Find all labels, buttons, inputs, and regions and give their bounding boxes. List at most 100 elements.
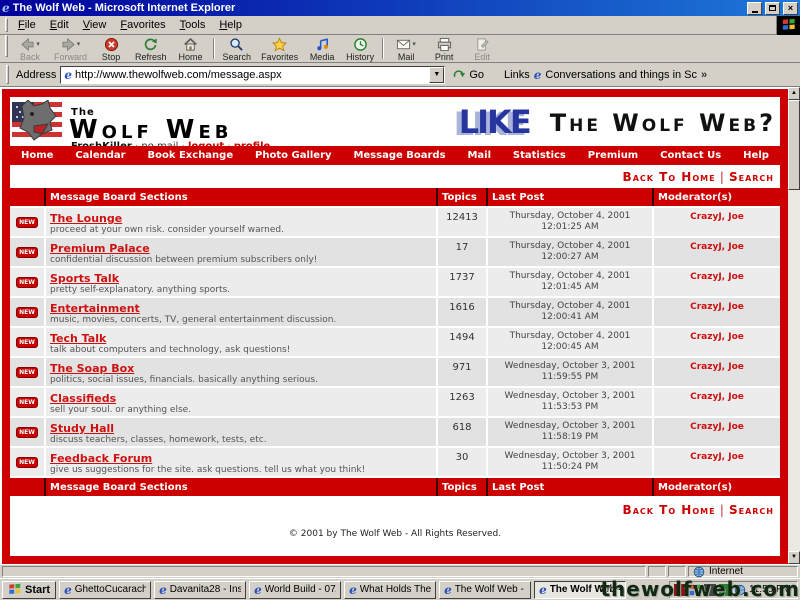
search-button[interactable]: Search [218,35,257,62]
last-post-date: Wednesday, October 3, 2001 11:53:53 PM [488,388,652,416]
menu-item[interactable]: Edit [43,17,76,33]
nav-item[interactable]: Statistics [513,150,566,161]
moderators[interactable]: CrazyJ, Joe [654,388,780,416]
menu-item[interactable]: File [11,17,43,33]
menu-item[interactable]: Favorites [113,17,172,33]
forward-button[interactable]: ▾ Forward [49,35,92,62]
moderators[interactable]: CrazyJ, Joe [654,328,780,356]
stop-button[interactable]: Stop [92,35,130,62]
moderators[interactable]: CrazyJ, Joe [654,298,780,326]
topics-count: 30 [438,448,486,476]
toolbar-grip[interactable] [5,35,8,57]
address-grip[interactable] [6,65,9,83]
search-link[interactable]: Search [729,170,774,184]
scroll-down-icon[interactable]: ▼ [788,551,800,564]
moderators[interactable]: CrazyJ, Joe [654,238,780,266]
board-link[interactable]: Entertainment [50,302,140,315]
favorites-button[interactable]: Favorites [256,35,303,62]
refresh-button[interactable]: Refresh [130,35,172,62]
moderators[interactable]: CrazyJ, Joe [654,208,780,236]
page-icon [64,69,72,81]
menu-item[interactable]: View [76,17,114,33]
scroll-up-icon[interactable]: ▲ [788,87,800,100]
nav-item[interactable]: Message Boards [353,150,445,161]
board-link[interactable]: The Lounge [50,212,122,225]
address-dropdown-icon[interactable] [429,67,444,83]
logo-block[interactable]: The Wolf Web FroshKiller · no mail · log… [69,100,270,152]
links-chevron-icon[interactable] [701,69,707,81]
print-icon [437,37,452,52]
address-input[interactable]: http://www.thewolfweb.com/message.aspx [60,66,445,84]
title-bar[interactable]: The Wolf Web - Microsoft Internet Explor… [0,0,800,16]
board-row: NEW The Lounge proceed at your own risk.… [10,208,780,236]
task-buttons: GhettoCucaracha's ... Davanita28 - Insta… [59,581,626,599]
nav-item[interactable]: Photo Gallery [255,150,332,161]
site-nav: Home Calendar Book Exchange Photo Gallery Me… [10,146,780,165]
task-icon [349,584,357,596]
board-link[interactable]: Tech Talk [50,332,106,345]
moderators[interactable]: CrazyJ, Joe [654,418,780,446]
back-to-home-link[interactable]: Back To Home [623,170,716,184]
nav-item[interactable]: Contact Us [660,150,721,161]
task-button[interactable]: GhettoCucaracha's ... [59,581,151,599]
nav-item[interactable]: Home [21,150,53,161]
print-button[interactable]: Print [425,35,463,62]
security-zone-pane: Internet [688,566,798,577]
board-row: NEW Study Hall discuss teachers, classes… [10,418,780,446]
favorites-icon [272,37,287,52]
board-link[interactable]: Feedback Forum [50,452,152,465]
last-post-date: Thursday, October 4, 2001 12:00:27 AM [488,238,652,266]
task-button[interactable]: What Holds The Un... [344,581,436,599]
board-link[interactable]: Sports Talk [50,272,119,285]
ie-window-icon [2,2,10,14]
restore-button[interactable] [765,2,780,15]
board-link[interactable]: Classifieds [50,392,116,405]
history-icon [353,37,368,52]
nav-item[interactable]: Help [743,150,769,161]
new-posts-icon: NEW [16,217,38,228]
page-scrollbar[interactable]: ▲ ▼ [788,87,800,564]
nav-item[interactable]: Mail [467,150,491,161]
media-icon [315,37,330,52]
board-link[interactable]: The Soap Box [50,362,134,375]
task-icon [444,584,452,596]
start-windows-icon [8,583,22,596]
start-button[interactable]: Start [2,581,56,599]
back-to-home-link[interactable]: Back To Home [623,503,716,517]
board-link[interactable]: Study Hall [50,422,114,435]
minimize-button[interactable] [747,2,762,15]
scroll-thumb[interactable] [788,100,800,190]
home-button[interactable]: Home [172,35,210,62]
close-button[interactable]: × [783,2,798,15]
task-button[interactable]: Davanita28 - Instant... [154,581,246,599]
mail-button[interactable]: ▾ Mail [387,35,425,62]
media-button[interactable]: Media [303,35,341,62]
edit-button[interactable]: Edit [463,35,501,62]
menu-item[interactable]: Help [212,17,249,33]
board-row: NEW Entertainment music, movies, concert… [10,298,780,326]
new-posts-icon: NEW [16,397,38,408]
task-button[interactable]: The Wolf Web - Mic... [439,581,531,599]
task-button[interactable]: World Build - 07/14... [249,581,341,599]
last-post-date: Thursday, October 4, 2001 12:01:25 AM [488,208,652,236]
toolbar-separator [213,38,215,59]
moderators[interactable]: CrazyJ, Joe [654,448,780,476]
last-post-date: Thursday, October 4, 2001 12:00:45 AM [488,328,652,356]
search-link[interactable]: Search [729,503,774,517]
menu-item[interactable]: Tools [173,17,213,33]
history-button[interactable]: History [341,35,379,62]
header-moderators: Moderator(s) [654,188,780,206]
moderators[interactable]: CrazyJ, Joe [654,268,780,296]
back-button[interactable]: ▾ Back [11,35,49,62]
board-description: music, movies, concerts, TV, general ent… [50,315,432,325]
moderators[interactable]: CrazyJ, Joe [654,358,780,386]
board-description: give us suggestions for the site. ask qu… [50,465,432,475]
board-link[interactable]: Premium Palace [50,242,150,255]
links-item[interactable]: Conversations and things in Sc [545,69,697,81]
menu-grip[interactable] [5,18,8,32]
nav-item[interactable]: Book Exchange [147,150,233,161]
header-last-post: Last Post [488,188,652,206]
nav-item[interactable]: Premium [588,150,638,161]
nav-item[interactable]: Calendar [75,150,125,161]
go-button[interactable]: Go [449,69,488,81]
